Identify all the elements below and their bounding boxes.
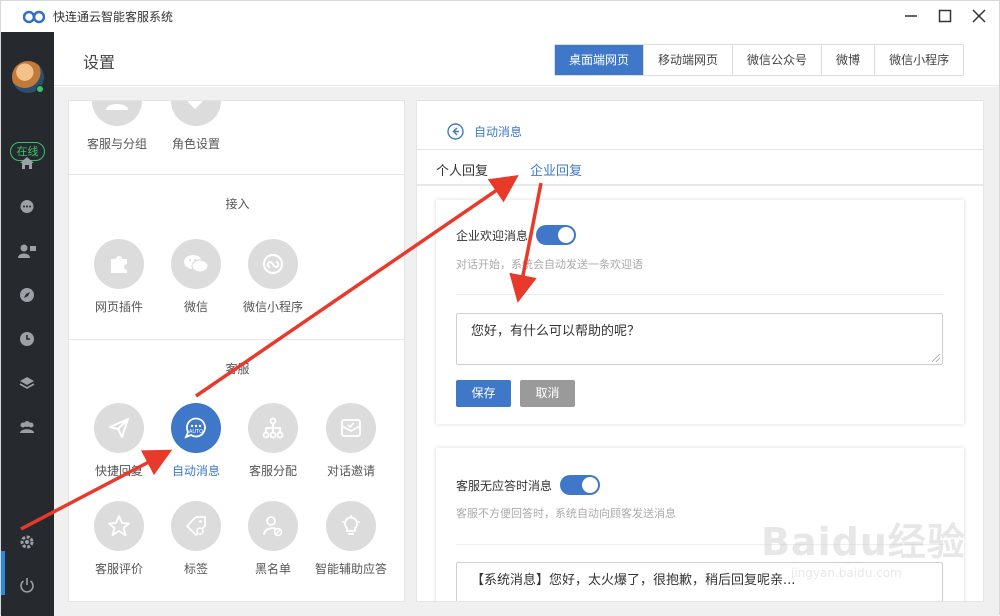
page-header: 设置 桌面端网页 移动端网页 微信公众号 微博 微信小程序 bbox=[54, 32, 999, 86]
feature-staff-groups[interactable]: 客服与分组 bbox=[77, 101, 157, 152]
power-icon[interactable] bbox=[17, 575, 37, 595]
divider bbox=[456, 294, 944, 295]
feature-label: 标签 bbox=[183, 562, 208, 576]
no-response-text: 【系统消息】您好，太火爆了，很抱歉，稍后回复呢亲... bbox=[471, 573, 796, 588]
chat-icon[interactable] bbox=[17, 197, 37, 217]
cancel-button[interactable]: 取消 bbox=[520, 380, 575, 407]
welcome-message-hint: 对话开始，系统会自动发送一条欢迎语 bbox=[456, 258, 643, 271]
clock-icon[interactable] bbox=[17, 329, 37, 349]
feature-blacklist[interactable]: 黑名单 bbox=[233, 501, 313, 577]
resize-handle[interactable] bbox=[932, 354, 940, 362]
invite-icon bbox=[326, 403, 376, 453]
feature-label: 客服与分组 bbox=[86, 137, 147, 151]
sidebar-active-indicator bbox=[1, 551, 5, 595]
feature-web-plugin[interactable]: 网页插件 bbox=[79, 239, 159, 315]
feature-label: 网页插件 bbox=[94, 300, 143, 314]
tab-personal-reply[interactable]: 个人回复 bbox=[436, 160, 488, 179]
baidu-watermark: Baidu经验 jingyan.baidu.com bbox=[761, 511, 966, 580]
welcome-message-textarea[interactable]: 您好，有什么可以帮助的呢？ bbox=[456, 313, 943, 365]
feature-wechat[interactable]: 微信 bbox=[156, 239, 236, 315]
contacts-icon[interactable] bbox=[17, 241, 37, 261]
back-link[interactable]: 自动消息 bbox=[447, 123, 522, 140]
feature-label: 对话邀请 bbox=[326, 464, 375, 478]
tab-wechat-miniprogram[interactable]: 微信小程序 bbox=[875, 45, 964, 75]
miniprogram-icon bbox=[248, 239, 298, 289]
home-icon[interactable] bbox=[17, 153, 37, 173]
distribution-icon bbox=[248, 403, 298, 453]
app-logo-icon bbox=[23, 10, 45, 23]
feature-label: 角色设置 bbox=[171, 137, 220, 151]
feature-staff-distribution[interactable]: 客服分配 bbox=[233, 403, 313, 479]
feature-label: 客服评价 bbox=[94, 562, 143, 576]
app-window: 快连通云智能客服系统 在线 设置 桌面端网页 移动端网页 微信公众号 微博 微信… bbox=[0, 0, 1000, 616]
maximize-icon[interactable] bbox=[935, 6, 955, 26]
close-icon[interactable] bbox=[969, 6, 989, 26]
tab-mobile-web[interactable]: 移动端网页 bbox=[644, 45, 734, 75]
svg-text:AUTO: AUTO bbox=[189, 429, 203, 435]
feature-label: 快捷回复 bbox=[94, 464, 143, 478]
feature-chat-invite[interactable]: 对话邀请 bbox=[311, 403, 391, 479]
minimize-icon[interactable] bbox=[901, 6, 921, 26]
online-indicator bbox=[36, 85, 44, 93]
auto-message-icon: AUTO bbox=[171, 403, 221, 453]
feature-wechat-miniprogram[interactable]: 微信小程序 bbox=[233, 239, 313, 315]
feature-role-settings[interactable]: 角色设置 bbox=[156, 101, 236, 152]
role-icon bbox=[171, 101, 221, 126]
no-response-label: 客服无应答时消息 bbox=[456, 478, 553, 493]
send-icon bbox=[94, 403, 144, 453]
feature-label: 微信 bbox=[183, 300, 208, 314]
feature-label: 智能辅助应答 bbox=[314, 562, 387, 576]
no-response-toggle[interactable] bbox=[560, 475, 601, 495]
lightbulb-icon bbox=[326, 501, 376, 551]
tab-wechat-official[interactable]: 微信公众号 bbox=[733, 45, 823, 75]
feature-auto-message[interactable]: AUTO 自动消息 bbox=[156, 403, 236, 479]
compass-icon[interactable] bbox=[17, 285, 37, 305]
tag-icon bbox=[171, 501, 221, 551]
back-link-label: 自动消息 bbox=[474, 125, 523, 139]
feature-label: 客服分配 bbox=[248, 464, 297, 478]
watermark-sub: jingyan.baidu.com bbox=[791, 566, 902, 580]
puzzle-icon bbox=[94, 239, 144, 289]
page-title: 设置 bbox=[83, 53, 116, 72]
feature-service-rating[interactable]: 客服评价 bbox=[79, 501, 159, 577]
blacklist-icon bbox=[248, 501, 298, 551]
star-icon bbox=[94, 501, 144, 551]
reply-type-tabs: 个人回复 企业回复 bbox=[417, 149, 983, 186]
feature-label: 微信小程序 bbox=[242, 300, 303, 314]
feature-label: 黑名单 bbox=[254, 562, 291, 576]
feature-tags[interactable]: 标签 bbox=[156, 501, 236, 577]
back-arrow-icon bbox=[447, 123, 464, 140]
settings-feature-panel: 客服与分组 角色设置 接入 网页插件 微信 微信小程序 客服 快捷回复 AUTO… bbox=[68, 100, 405, 602]
settings-icon[interactable] bbox=[17, 532, 37, 552]
section-title-service: 客服 bbox=[225, 362, 250, 376]
team-icon[interactable] bbox=[17, 417, 37, 437]
tab-weibo[interactable]: 微博 bbox=[822, 45, 876, 75]
welcome-message-label: 企业欢迎消息 bbox=[456, 228, 529, 243]
sidebar: 在线 bbox=[1, 32, 54, 616]
window-title: 快连通云智能客服系统 bbox=[53, 10, 174, 24]
section-title-access: 接入 bbox=[225, 197, 250, 211]
feature-quick-reply[interactable]: 快捷回复 bbox=[79, 403, 159, 479]
no-response-hint: 客服不方便回答时，系统自动向顾客发送消息 bbox=[456, 507, 676, 520]
welcome-message-toggle[interactable] bbox=[536, 225, 577, 245]
layers-icon[interactable] bbox=[17, 373, 37, 393]
welcome-message-text: 您好，有什么可以帮助的呢？ bbox=[471, 324, 641, 339]
feature-smart-assist[interactable]: 智能辅助应答 bbox=[311, 501, 391, 577]
feature-label: 自动消息 bbox=[171, 464, 220, 478]
group-icon bbox=[92, 101, 142, 126]
wechat-icon bbox=[171, 239, 221, 289]
tab-enterprise-reply[interactable]: 企业回复 bbox=[530, 160, 582, 179]
divider bbox=[69, 339, 404, 340]
welcome-message-card: 企业欢迎消息 对话开始，系统会自动发送一条欢迎语 您好，有什么可以帮助的呢？ 保… bbox=[436, 200, 964, 424]
save-button[interactable]: 保存 bbox=[456, 380, 511, 407]
watermark-main: Baidu经验 bbox=[761, 520, 966, 564]
divider bbox=[69, 174, 404, 175]
title-bar: 快连通云智能客服系统 bbox=[1, 1, 999, 32]
tab-desktop-web[interactable]: 桌面端网页 bbox=[555, 45, 645, 75]
channel-tabs: 桌面端网页 移动端网页 微信公众号 微博 微信小程序 bbox=[554, 44, 965, 76]
